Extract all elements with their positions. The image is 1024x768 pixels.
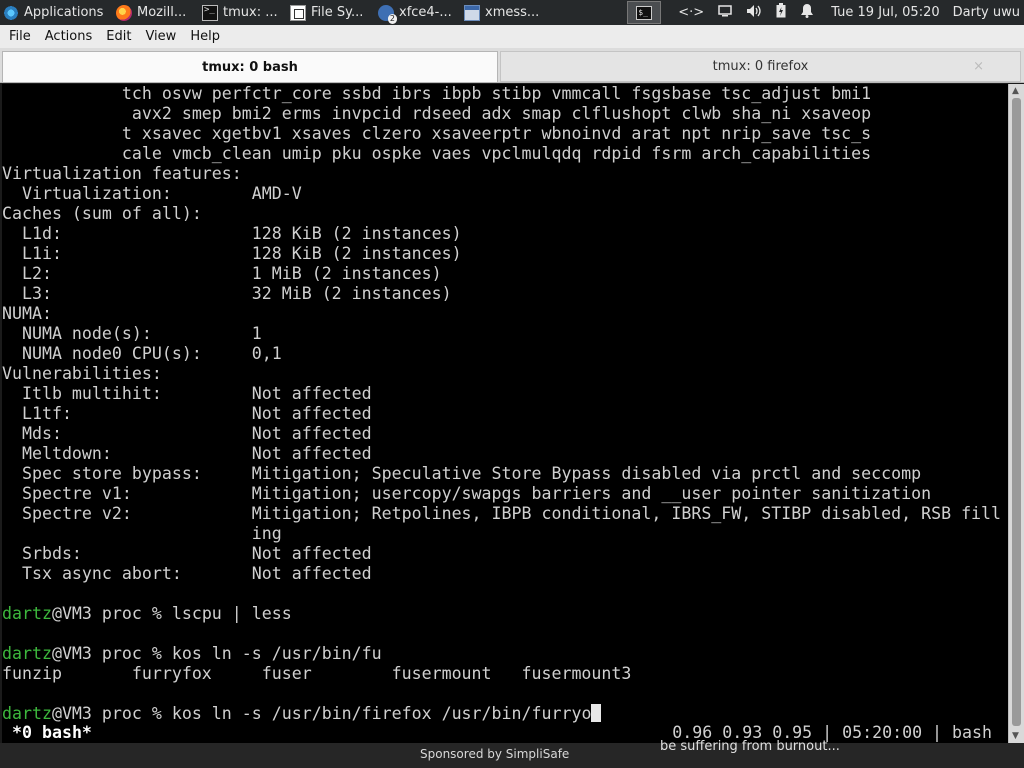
command-text: kos ln -s /usr/bin/fu	[171, 644, 382, 663]
completion-list: funzip furryfox fuser fusermount fusermo…	[2, 664, 632, 683]
top-panel: Applications Mozill... tmux: ... File Sy…	[0, 0, 1024, 25]
terminal-line: L1d: 128 KiB (2 instances)	[2, 224, 462, 243]
prompt-line: dartz@VM3 proc % kos ln -s /usr/bin/fire…	[2, 704, 1008, 724]
terminal-line: L3: 32 MiB (2 instances)	[2, 284, 452, 303]
terminal-line: Itlb multihit: Not affected	[2, 384, 372, 403]
terminal-line: cale vmcb_clean umip pku ospke vaes vpcl…	[2, 144, 872, 163]
tab-tmux-firefox[interactable]: tmux: 0 firefox ×	[500, 51, 1021, 82]
taskbar-firefox[interactable]: Mozill...	[112, 0, 198, 25]
active-terminal-launcher[interactable]: $_	[627, 1, 662, 24]
tab-tmux-bash[interactable]: tmux: 0 bash	[2, 51, 498, 82]
terminal-line: Vulnerabilities:	[2, 364, 162, 383]
terminal-line: tch osvw perfctr_core ssbd ibrs ibpb sti…	[2, 84, 872, 103]
window-icon	[464, 4, 480, 21]
terminal-line: NUMA node0 CPU(s): 0,1	[2, 344, 282, 363]
bottom-strip: Sponsored by SimpliSafe be suffering fro…	[0, 739, 1024, 768]
scroll-up-arrow-icon[interactable]: ▲	[1012, 86, 1019, 96]
terminal-line: Mds: Not affected	[2, 424, 372, 443]
prompt-host: @VM3 proc %	[51, 604, 172, 623]
overflow-text: be suffering from burnout...	[660, 739, 840, 754]
terminal-line: avx2 smep bmi2 erms invpcid rdseed adx s…	[2, 104, 872, 123]
terminal-launcher-icon: $_	[636, 5, 653, 20]
taskbar-firefox-label: Mozill...	[137, 5, 187, 20]
tmux-window-label[interactable]: *0 bash*	[12, 723, 92, 743]
taskbar-xmessage[interactable]: xmess...	[460, 0, 550, 25]
volume-icon[interactable]	[746, 4, 762, 22]
close-tab-icon[interactable]: ×	[973, 59, 984, 74]
file-icon	[290, 4, 306, 21]
firefox-icon	[116, 4, 132, 21]
terminal-view[interactable]: tch osvw perfctr_core ssbd ibrs ibpb sti…	[2, 84, 1008, 743]
terminal-line: Spectre v2: Mitigation; Retpolines, IBPB…	[2, 504, 1002, 523]
battery-icon[interactable]	[776, 3, 786, 22]
tmux-status-bar: *0 bash* 0.96 0.93 0.95 | 05:20:00 | bas…	[2, 723, 1008, 743]
display-icon[interactable]	[718, 4, 732, 21]
tab-bar: tmux: 0 bash tmux: 0 firefox ×	[0, 48, 1024, 83]
taskbar-tmux-label: tmux: ...	[223, 5, 278, 20]
taskbar-xfce4-label: xfce4-...	[399, 5, 452, 20]
menu-bar: File Actions Edit View Help	[0, 25, 1024, 48]
prompt-user: dartz	[2, 604, 52, 623]
taskbar-file-system[interactable]: File Sy...	[286, 0, 374, 25]
applications-label: Applications	[24, 5, 104, 20]
terminal-line: Spectre v1: Mitigation; usercopy/swapgs …	[2, 484, 932, 503]
prompt-user: dartz	[2, 704, 52, 723]
prompt-user: dartz	[2, 644, 52, 663]
terminal-icon	[202, 4, 218, 21]
prompt-host: @VM3 proc %	[51, 704, 172, 723]
prompt-line: dartz@VM3 proc % kos ln -s /usr/bin/fu	[2, 644, 1008, 664]
taskbar-xfce4[interactable]: 2 xfce4-...	[374, 0, 460, 25]
menu-edit[interactable]: Edit	[99, 29, 138, 44]
menu-file[interactable]: File	[0, 29, 38, 44]
menu-help[interactable]: Help	[183, 29, 227, 44]
taskbar-xmessage-label: xmess...	[485, 5, 540, 20]
terminal-line: Virtualization: AMD-V	[2, 184, 302, 203]
scroll-down-arrow-icon[interactable]: ▼	[1012, 731, 1019, 741]
terminal-line: L2: 1 MiB (2 instances)	[2, 264, 442, 283]
tab-tmux-bash-label: tmux: 0 bash	[202, 59, 298, 75]
network-icon[interactable]: <·>	[678, 5, 704, 20]
terminal-line: L1tf: Not affected	[2, 404, 372, 423]
terminal-line: ing	[2, 524, 282, 543]
window-count-badge: 2	[387, 13, 397, 24]
terminal-line: Virtualization features:	[2, 164, 242, 183]
prompt-host: @VM3 proc %	[51, 644, 172, 663]
prompt-line: dartz@VM3 proc % lscpu | less	[2, 604, 1008, 624]
taskbar-file-system-label: File Sy...	[311, 5, 364, 20]
terminal-line: Srbds: Not affected	[2, 544, 372, 563]
terminal-line: Meltdown: Not affected	[2, 444, 372, 463]
menu-actions[interactable]: Actions	[38, 29, 100, 44]
user-name[interactable]: Darty uwu	[953, 5, 1020, 20]
menu-view[interactable]: View	[138, 29, 183, 44]
clock[interactable]: Tue 19 Jul, 05:20	[831, 5, 939, 20]
sponsor-text: Sponsored by SimpliSafe	[420, 747, 570, 761]
terminal-line: t xsavec xgetbv1 xsaves clzero xsaveerpt…	[2, 124, 872, 143]
command-input[interactable]: kos ln -s /usr/bin/firefox /usr/bin/furr…	[172, 704, 592, 723]
terminal-scrollbar[interactable]: ▲ ▼	[1008, 84, 1024, 743]
notification-bell-icon[interactable]	[800, 3, 814, 22]
tab-tmux-firefox-label: tmux: 0 firefox	[712, 59, 809, 74]
terminal-line: Caches (sum of all):	[2, 204, 202, 223]
terminal-line: NUMA:	[2, 304, 52, 323]
terminal-output: tch osvw perfctr_core ssbd ibrs ibpb sti…	[2, 84, 1008, 724]
app-menu-icon	[3, 4, 19, 21]
xfce-icon: 2	[378, 4, 397, 24]
terminal-line: L1i: 128 KiB (2 instances)	[2, 244, 462, 263]
terminal-line: NUMA node(s): 1	[2, 324, 262, 343]
taskbar-tmux[interactable]: tmux: ...	[198, 0, 286, 25]
scrollbar-thumb[interactable]	[1012, 98, 1021, 726]
terminal-line: Spec store bypass: Mitigation; Speculati…	[2, 464, 922, 483]
terminal-line: Tsx async abort: Not affected	[2, 564, 372, 583]
command-text: lscpu | less	[171, 604, 292, 623]
text-cursor	[591, 704, 602, 722]
applications-menu[interactable]: Applications	[0, 0, 112, 25]
